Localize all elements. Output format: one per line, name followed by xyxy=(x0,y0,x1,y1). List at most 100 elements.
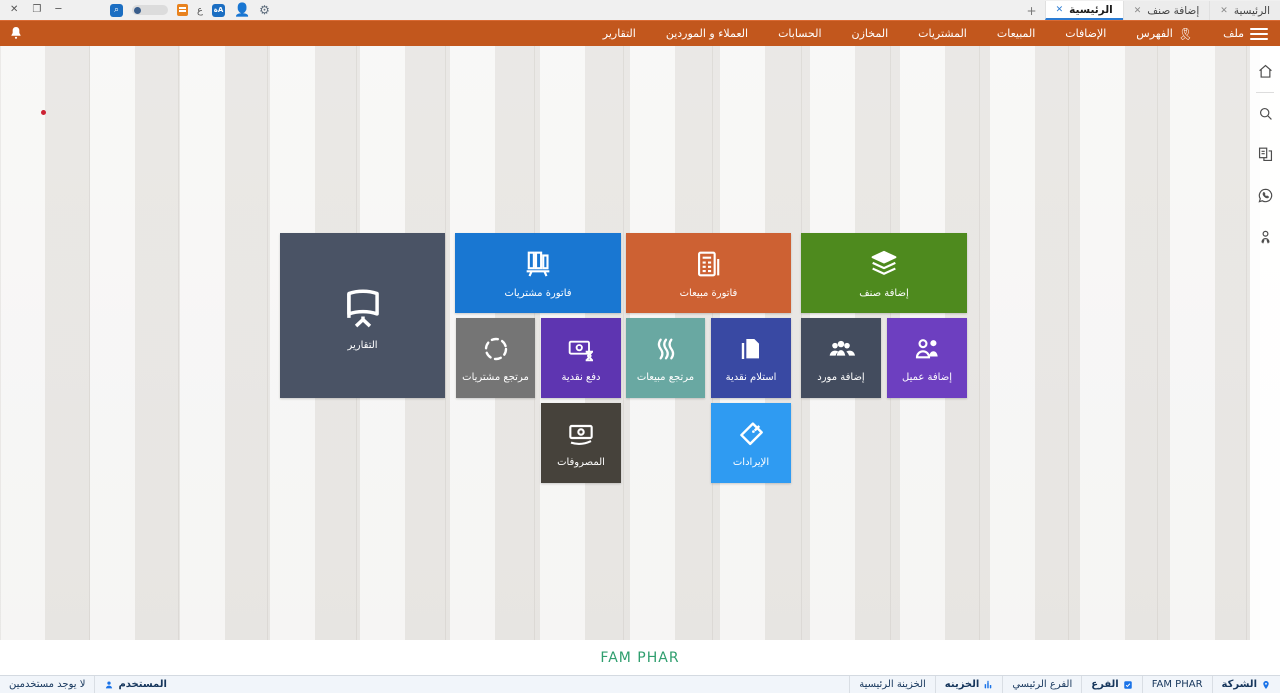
hamburger-menu-icon[interactable] xyxy=(1250,28,1268,40)
tile-sales-invoice[interactable]: فاتورة مبيعات xyxy=(626,233,791,313)
tile-reports[interactable]: التقارير xyxy=(280,233,445,398)
branch-value[interactable]: الفرع الرئيسي xyxy=(1002,676,1081,693)
pages-icon xyxy=(735,333,767,365)
notification-bell-icon[interactable] xyxy=(8,25,24,45)
tile-label: الإيرادات xyxy=(733,457,769,468)
statusbar-left-group: لا يوجد مستخدمين المستخدم xyxy=(0,676,176,693)
user-segment[interactable]: المستخدم xyxy=(95,676,175,693)
titlebar: ✕ ❐ ─ ⌕ ع ةA 👤 ⚙ الرئيسية ✕ إضافة صنف ✕ … xyxy=(0,0,1280,20)
user-icon[interactable]: 👤 xyxy=(234,4,250,17)
search-icon[interactable]: ⌕ xyxy=(110,4,123,17)
menu-file[interactable]: ملف xyxy=(1223,27,1244,40)
tab-label: الرئيسية xyxy=(1234,5,1270,17)
right-sidebar xyxy=(1250,46,1280,640)
tile-label: التقارير xyxy=(347,340,377,351)
sync-icon xyxy=(480,333,512,365)
new-tab-button[interactable]: + xyxy=(1019,1,1045,20)
tile-label: دفع نقدية xyxy=(562,372,601,383)
tab-label: إضافة صنف xyxy=(1147,5,1199,17)
tile-purchase-invoice[interactable]: فاتورة مشتريات xyxy=(455,233,621,313)
tab-home-active[interactable]: الرئيسية ✕ xyxy=(1045,1,1123,20)
menu-customers-suppliers[interactable]: العملاء و الموردين xyxy=(666,27,748,40)
user-label: المستخدم xyxy=(118,679,166,690)
library-icon xyxy=(521,247,555,281)
contact-person-icon[interactable] xyxy=(1256,227,1275,246)
tile-label: مرتجع مبيعات xyxy=(637,372,694,383)
brand-band: FAM PHAR xyxy=(0,640,1280,675)
tile-sales-return[interactable]: مرتجع مبيعات xyxy=(626,318,705,398)
group-icon xyxy=(825,333,857,365)
tab-label: الرئيسية xyxy=(1069,4,1113,16)
close-window-button[interactable]: ✕ xyxy=(10,0,18,20)
home-icon[interactable] xyxy=(1256,62,1275,81)
user-person-icon xyxy=(104,680,114,690)
tab-close-icon[interactable]: ✕ xyxy=(1056,5,1064,15)
menu-index[interactable]: 🎗 الفهرس xyxy=(1136,27,1193,40)
menu-warehouses[interactable]: المخازن xyxy=(852,27,889,40)
tile-label: مرتجع مشتريات xyxy=(462,372,529,383)
translate-icon[interactable]: ةA xyxy=(212,4,225,17)
documents-exchange-icon[interactable] xyxy=(1256,145,1275,164)
statusbar-right-group: الشركة FAM PHAR الفرع الفرع الرئيسي الخز… xyxy=(849,676,1280,693)
company-label: الشركة xyxy=(1222,679,1257,690)
layers-icon xyxy=(867,247,901,281)
tile-receive-cash[interactable]: استلام نقدية xyxy=(711,318,791,398)
menu-additions[interactable]: الإضافات xyxy=(1065,27,1106,40)
search-icon[interactable] xyxy=(1256,104,1275,123)
tile-add-supplier[interactable]: إضافة مورد xyxy=(801,318,881,398)
tab-strip: الرئيسية ✕ إضافة صنف ✕ الرئيسية ✕ + xyxy=(1019,0,1280,20)
tile-pay-cash[interactable]: دفع نقدية xyxy=(541,318,621,398)
settings-gear-icon[interactable]: ⚙ xyxy=(259,4,270,17)
tab-add-item[interactable]: إضافة صنف ✕ xyxy=(1123,1,1210,20)
theme-toggle[interactable] xyxy=(132,5,168,15)
whatsapp-icon[interactable] xyxy=(1256,186,1275,205)
people-icon xyxy=(911,333,943,365)
tab-close-icon[interactable]: ✕ xyxy=(1134,6,1142,16)
notes-icon[interactable] xyxy=(177,4,188,16)
treasury-icon xyxy=(983,680,993,690)
tile-label: إضافة مورد xyxy=(817,372,864,383)
menu-reports[interactable]: التقارير xyxy=(603,27,636,40)
minimize-window-button[interactable]: ─ xyxy=(55,0,61,20)
treasury-segment[interactable]: الخزينه xyxy=(935,676,1003,693)
red-dot-indicator xyxy=(41,110,46,115)
window-controls: ✕ ❐ ─ xyxy=(0,0,61,20)
menu-purchases[interactable]: المشتريات xyxy=(918,27,967,40)
tile-add-customer[interactable]: إضافة عميل xyxy=(887,318,967,398)
menu-accounts[interactable]: الحسابات xyxy=(778,27,821,40)
presentation-icon xyxy=(337,281,389,333)
user-value: لا يوجد مستخدمين xyxy=(0,676,95,693)
banknote-icon xyxy=(565,418,597,450)
restore-window-button[interactable]: ❐ xyxy=(32,0,41,20)
divider xyxy=(1256,92,1274,93)
menu-items: ملف 🎗 الفهرس الإضافات المبيعات المشتريات… xyxy=(603,27,1244,40)
main-menubar: ملف 🎗 الفهرس الإضافات المبيعات المشتريات… xyxy=(0,20,1280,46)
tile-label: إضافة عميل xyxy=(902,372,952,383)
tile-label: المصروفات xyxy=(557,457,605,468)
company-segment[interactable]: الشركة xyxy=(1212,676,1280,693)
titlebar-quick-icons: ⌕ ع ةA 👤 ⚙ xyxy=(110,0,270,20)
wave-icon xyxy=(650,333,682,365)
treasury-value[interactable]: الخزينة الرئيسية xyxy=(849,676,935,693)
company-value[interactable]: FAM PHAR xyxy=(1142,676,1212,693)
tile-label: فاتورة مشتريات xyxy=(504,288,571,299)
menu-sales[interactable]: المبيعات xyxy=(997,27,1035,40)
tile-expenses[interactable]: المصروفات xyxy=(541,403,621,483)
brand-text: FAM PHAR xyxy=(600,650,679,666)
tile-add-item[interactable]: إضافة صنف xyxy=(801,233,967,313)
tile-label: استلام نقدية xyxy=(726,372,777,383)
tab-home-right[interactable]: الرئيسية ✕ xyxy=(1209,1,1280,20)
tile-label: فاتورة مبيعات xyxy=(680,288,738,299)
branch-label: الفرع xyxy=(1091,679,1118,690)
tab-close-icon[interactable]: ✕ xyxy=(1220,6,1228,16)
tile-revenues[interactable]: الإيرادات xyxy=(711,403,791,483)
invoice-icon xyxy=(692,247,726,281)
tile-purchase-return[interactable]: مرتجع مشتريات xyxy=(456,318,535,398)
language-letter: ع xyxy=(197,5,203,16)
branch-segment[interactable]: الفرع xyxy=(1081,676,1141,693)
dashboard-content: التقارير فاتورة مشتريات فاتورة مبيعات إض… xyxy=(0,46,1280,640)
tag-icon xyxy=(735,418,767,450)
ribbon-icon: 🎗 xyxy=(1178,28,1193,40)
toggle-knob xyxy=(134,7,141,14)
treasury-label: الخزينه xyxy=(945,679,980,690)
